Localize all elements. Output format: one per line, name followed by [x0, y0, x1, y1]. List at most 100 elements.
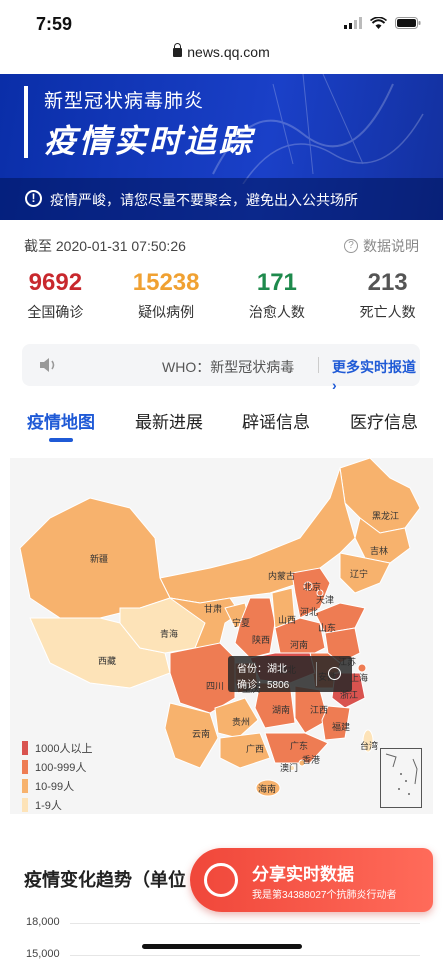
legend-item: 100-999人	[22, 757, 92, 776]
label-shandong: 山东	[318, 622, 336, 633]
legend-item: 1000人以上	[22, 738, 92, 757]
label-tianjin: 天津	[316, 595, 334, 605]
province-sichuan	[169, 642, 236, 714]
label-shaanxi: 陕西	[252, 634, 270, 645]
data-explain-link[interactable]: ? 数据说明	[344, 236, 419, 256]
legend-swatch	[22, 778, 28, 793]
label-liaoning: 辽宁	[350, 568, 368, 579]
ticker-text[interactable]: WHO：新型冠状病毒	[162, 357, 316, 377]
legend-swatch	[22, 759, 28, 774]
legend-label: 10-99人	[35, 780, 75, 793]
status-bar: 7:59	[0, 0, 443, 44]
map-legend: 1000人以上 100-999人 10-99人 1-9人	[22, 738, 92, 814]
data-explain-label: 数据说明	[363, 238, 419, 254]
speaker-icon	[40, 358, 55, 372]
trend-title: 疫情变化趋势（单位	[24, 870, 186, 890]
label-hongkong: 香港	[302, 754, 320, 765]
epidemic-map[interactable]: 黑龙江 吉林 辽宁 内蒙古 新疆 北京 天津 河北 山西 宁夏 甘肃 青海 西藏…	[10, 458, 433, 814]
stat-suspected: 15238 疑似病例	[111, 268, 222, 328]
stats-row: 9692 全国确诊 15238 疑似病例 171 治愈人数 213 死亡人数	[0, 268, 443, 328]
share-arrow-icon[interactable]	[328, 667, 341, 680]
label-macau: 澳门	[280, 762, 298, 773]
label-fujian: 福建	[332, 721, 350, 732]
label-shanxi: 山西	[278, 615, 296, 625]
tab-medical-info[interactable]: 医疗信息	[350, 408, 418, 433]
chevron-right-icon: ›	[332, 377, 337, 393]
url-bar[interactable]: news.qq.com	[0, 43, 443, 74]
news-ticker[interactable]: WHO：新型冠状病毒 更多实时报道 ›	[22, 344, 420, 393]
active-tab-indicator	[49, 438, 73, 442]
legend-item: 10-99人	[22, 776, 92, 795]
y-tick-label: 15,000	[26, 948, 60, 960]
province-heilongjiang	[339, 458, 421, 534]
divider	[316, 662, 317, 686]
legend-swatch	[22, 740, 28, 755]
divider	[318, 357, 319, 373]
legend-label: 1-9人	[35, 799, 62, 812]
legend-label: 100-999人	[35, 761, 87, 774]
tab-bar: 疫情地图 最新进展 辟谣信息 医疗信息	[0, 404, 443, 444]
label-jilin: 吉林	[370, 545, 388, 556]
share-subtitle: 我是第34388027个抗肺炎行动者	[252, 890, 397, 901]
tooltip-confirmed: 确诊：5806	[237, 680, 290, 691]
question-icon: ?	[344, 239, 358, 253]
more-reports-label: 更多实时报道	[332, 359, 416, 375]
notice-text: 疫情严峻，请您尽量不要聚会，避免出入公共场所	[50, 192, 358, 208]
battery-icon	[395, 17, 421, 29]
label-jiangxi: 江西	[310, 705, 328, 715]
label-guizhou: 贵州	[232, 716, 250, 727]
tab-latest-progress[interactable]: 最新进展	[135, 408, 203, 433]
stat-label: 死亡人数	[359, 304, 416, 320]
province-tooltip[interactable]: 省份：湖北 确诊：5806	[228, 656, 352, 692]
stat-confirmed: 9692 全国确诊	[0, 268, 111, 328]
label-neimenggu: 内蒙古	[268, 570, 295, 581]
label-hainan: 海南	[258, 783, 276, 794]
header-banner: 新型冠状病毒肺炎 疫情实时追踪 ! 疫情严峻，请您尽量不要聚会，避免出入公共场所	[0, 74, 443, 220]
label-gansu: 甘肃	[204, 603, 222, 614]
label-heilongjiang: 黑龙江	[372, 510, 399, 521]
stat-value: 171	[256, 269, 297, 296]
signal-icon	[344, 17, 362, 29]
label-guangdong: 广东	[290, 740, 308, 751]
stat-value: 213	[367, 269, 408, 296]
province-shanghai	[357, 663, 367, 673]
url-text: news.qq.com	[187, 44, 270, 60]
label-beijing: 北京	[303, 581, 321, 592]
label-guangxi: 广西	[246, 743, 264, 754]
legend-label: 1000人以上	[35, 742, 93, 755]
legend-swatch	[22, 797, 28, 812]
tab-rumor-info[interactable]: 辟谣信息	[242, 408, 310, 433]
banner-title: 疫情实时追踪	[44, 123, 255, 159]
share-data-button[interactable]: 分享实时数据 我是第34388027个抗肺炎行动者	[190, 848, 433, 912]
tooltip-province: 省份：湖北	[237, 664, 287, 675]
inset-islands-icon	[385, 753, 418, 795]
status-icons	[344, 17, 421, 29]
wifi-icon	[370, 17, 387, 29]
label-xizang: 西藏	[98, 655, 116, 666]
more-reports-link[interactable]: 更多实时报道 ›	[332, 357, 420, 393]
stat-cured: 171 治愈人数	[222, 268, 333, 328]
tab-epidemic-map[interactable]: 疫情地图	[27, 408, 95, 433]
legend-item: 1-9人	[22, 795, 92, 814]
stat-value: 9692	[28, 269, 83, 296]
update-time: 截至 2020-01-31 07:50:26	[24, 238, 186, 254]
stat-dead: 213 死亡人数	[332, 268, 443, 328]
label-shanghai: 上海	[350, 672, 368, 683]
share-title: 分享实时数据	[252, 865, 354, 884]
label-hunan: 湖南	[272, 704, 290, 715]
grid-line	[70, 923, 420, 924]
banner-accent-bar	[24, 86, 28, 158]
home-indicator[interactable]	[142, 944, 302, 949]
status-time: 7:59	[36, 14, 73, 34]
warning-icon: !	[25, 190, 42, 207]
lock-icon	[173, 43, 183, 57]
share-icon	[204, 863, 238, 897]
grid-line	[70, 955, 420, 956]
stat-label: 疑似病例	[138, 304, 195, 320]
label-ningxia: 宁夏	[232, 617, 250, 628]
banner-subtitle: 新型冠状病毒肺炎	[44, 91, 205, 112]
label-yunnan: 云南	[192, 728, 210, 739]
y-tick-label: 18,000	[26, 916, 60, 928]
stat-label: 全国确诊	[27, 304, 84, 320]
label-henan: 河南	[290, 639, 308, 650]
